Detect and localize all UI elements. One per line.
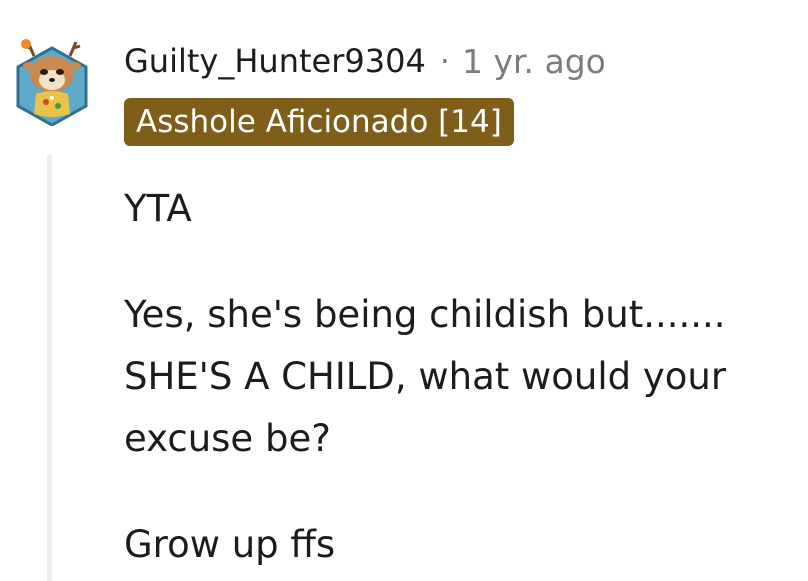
username-link[interactable]: Guilty_Hunter9304: [124, 42, 426, 80]
timestamp-link[interactable]: 1 yr. ago: [462, 42, 606, 81]
comment-line: SHE'S A CHILD, what would your: [124, 355, 727, 398]
comment-line: Yes, she's being childish but.......: [124, 293, 726, 336]
comment-header: Guilty_Hunter9304 · 1 yr. ago: [124, 38, 606, 84]
comment-paragraph: Grow up ffs: [124, 523, 336, 566]
user-avatar[interactable]: [12, 34, 92, 127]
user-flair-badge: Asshole Aficionado [14]: [124, 98, 514, 146]
thread-line[interactable]: [47, 155, 52, 581]
deer-avatar-icon: [16, 39, 88, 127]
comment-body: YTA Yes, she's being childish but.......…: [124, 178, 804, 576]
meta-separator: ·: [439, 42, 450, 80]
comment-paragraph: YTA: [124, 187, 192, 230]
comment-line: excuse be?: [124, 417, 331, 460]
